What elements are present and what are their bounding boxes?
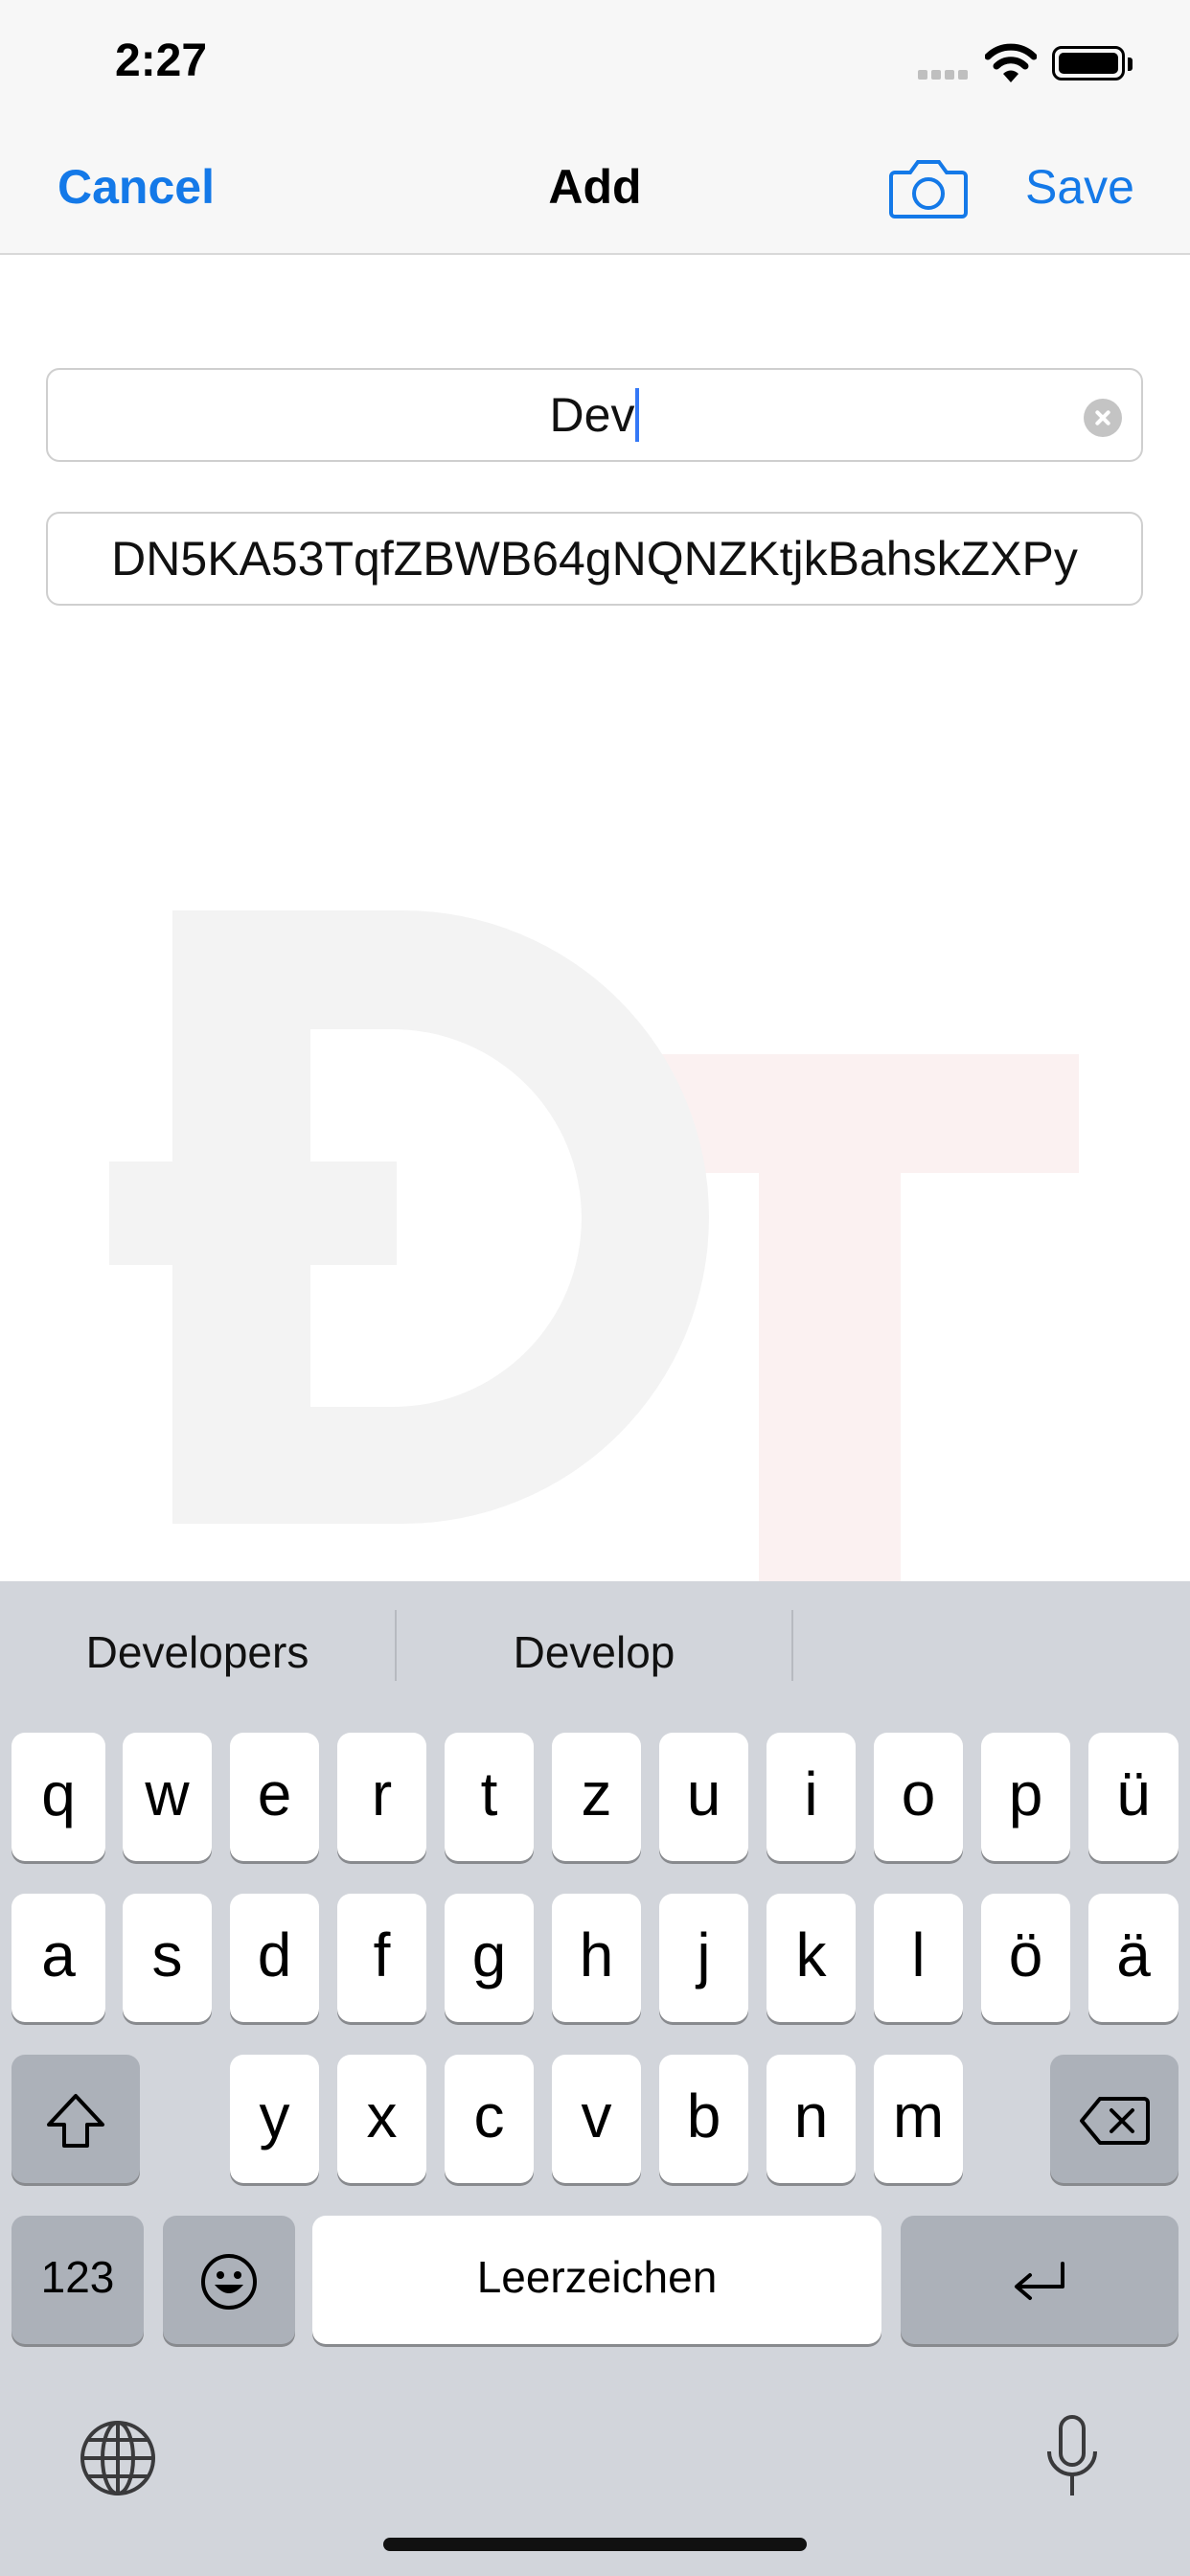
key-c[interactable]: c [445, 2055, 534, 2183]
address-field[interactable]: DN5KA53TqfZBWB64gNQNZKtjkBahskZXPy [46, 512, 1143, 606]
suggestion-divider [791, 1610, 793, 1681]
home-indicator[interactable] [383, 2538, 807, 2551]
key-n[interactable]: n [767, 2055, 856, 2183]
page-title: Add [548, 160, 642, 214]
key-y[interactable]: y [230, 2055, 319, 2183]
status-time: 2:27 [115, 35, 208, 86]
battery-icon [1052, 46, 1125, 80]
suggestion-divider [395, 1610, 397, 1681]
suggestion-develop[interactable]: Develop [425, 1623, 763, 1681]
key-x[interactable]: x [337, 2055, 426, 2183]
key-v[interactable]: v [552, 2055, 641, 2183]
space-key[interactable]: Leerzeichen [312, 2216, 881, 2344]
shift-key[interactable] [11, 2055, 140, 2183]
key-r[interactable]: r [337, 1733, 426, 1861]
save-button[interactable]: Save [1025, 159, 1134, 215]
backspace-icon [1080, 2097, 1150, 2146]
key-i[interactable]: i [767, 1733, 856, 1861]
return-icon [1015, 2262, 1064, 2301]
key-a-umlaut[interactable]: ä [1088, 1894, 1179, 2022]
key-k[interactable]: k [767, 1894, 856, 2022]
key-j[interactable]: j [659, 1894, 748, 2022]
wifi-icon [985, 43, 1037, 82]
key-h[interactable]: h [552, 1894, 641, 2022]
key-f[interactable]: f [337, 1894, 426, 2022]
cellular-signal-icon [918, 67, 972, 80]
key-q[interactable]: q [11, 1733, 105, 1861]
key-m[interactable]: m [874, 2055, 963, 2183]
key-s[interactable]: s [123, 1894, 212, 2022]
suggestion-empty[interactable] [820, 1623, 1157, 1681]
key-b[interactable]: b [659, 2055, 748, 2183]
numbers-key[interactable]: 123 [11, 2216, 144, 2344]
key-u-umlaut[interactable]: ü [1088, 1733, 1179, 1861]
camera-icon[interactable] [889, 157, 968, 218]
emoji-icon [201, 2254, 257, 2311]
watermark-logo [109, 910, 1079, 1581]
key-z[interactable]: z [552, 1733, 641, 1861]
key-d[interactable]: d [230, 1894, 319, 2022]
suggestion-developers[interactable]: Developers [29, 1623, 366, 1681]
key-p[interactable]: p [981, 1733, 1070, 1861]
name-field[interactable]: Dev [46, 368, 1143, 462]
return-key[interactable] [901, 2216, 1179, 2344]
key-g[interactable]: g [445, 1894, 534, 2022]
text-caret [635, 387, 640, 442]
key-o-umlaut[interactable]: ö [981, 1894, 1070, 2022]
key-w[interactable]: w [123, 1733, 212, 1861]
key-e[interactable]: e [230, 1733, 319, 1861]
name-field-value: Dev [549, 388, 635, 442]
microphone-icon[interactable] [1044, 2413, 1100, 2499]
backspace-key[interactable] [1050, 2055, 1179, 2183]
emoji-key[interactable] [163, 2216, 295, 2344]
key-l[interactable]: l [874, 1894, 963, 2022]
key-a[interactable]: a [11, 1894, 105, 2022]
key-t[interactable]: t [445, 1733, 534, 1861]
globe-icon[interactable] [79, 2419, 157, 2497]
address-field-value: DN5KA53TqfZBWB64gNQNZKtjkBahskZXPy [111, 532, 1078, 586]
clear-text-icon[interactable] [1084, 399, 1122, 437]
key-o[interactable]: o [874, 1733, 963, 1861]
key-u[interactable]: u [659, 1733, 748, 1861]
battery-nub [1128, 58, 1133, 71]
shift-icon [47, 2094, 104, 2149]
